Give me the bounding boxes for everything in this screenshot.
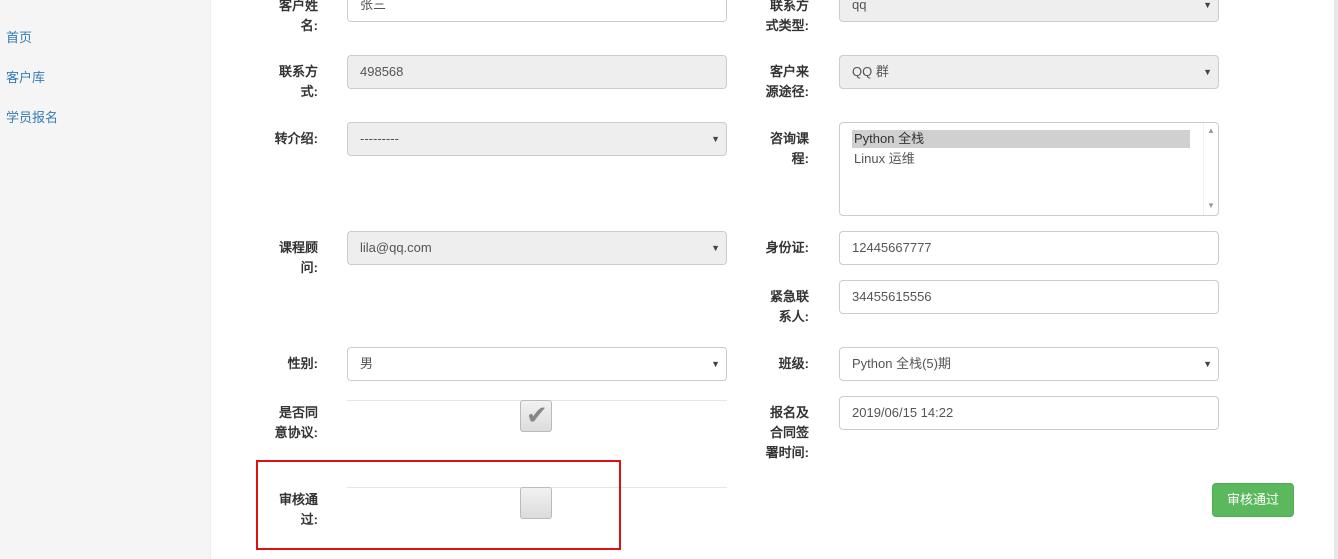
checkmark-icon: ✔ [526, 400, 548, 430]
course-multiselect[interactable]: Python 全栈 Linux 运维 ▲ ▼ [839, 122, 1219, 216]
contact-input[interactable]: 498568 [347, 55, 727, 89]
sign-time-label: 报名及 合同签 署时间: [765, 405, 809, 460]
chevron-down-icon: ▼ [711, 359, 720, 369]
class-select[interactable]: Python 全栈(5)期 ▼ [839, 347, 1219, 381]
chevron-down-icon: ▼ [1203, 359, 1212, 369]
consultant-select[interactable]: lila@qq.com ▼ [347, 231, 727, 265]
scroll-up-icon: ▲ [1207, 126, 1215, 135]
consultant-label: 课程顾 问: [278, 240, 318, 275]
name-label: 客户姓 名: [278, 0, 318, 33]
sidebar: 首页 客户库 学员报名 [0, 0, 211, 559]
course-option[interactable]: Python 全栈 [852, 130, 1190, 148]
agree-label: 是否同 意协议: [274, 405, 318, 440]
referral-select[interactable]: --------- ▼ [347, 122, 727, 156]
emergency-contact-label: 紧急联 系人: [769, 289, 809, 324]
scroll-down-icon: ▼ [1207, 201, 1215, 210]
chevron-down-icon: ▼ [1203, 0, 1212, 10]
chevron-down-icon: ▼ [711, 134, 720, 144]
contact-label: 联系方 式: [278, 64, 318, 99]
gender-select[interactable]: 男 ▼ [347, 347, 727, 381]
sidebar-item-home[interactable]: 首页 [6, 27, 32, 46]
chevron-down-icon: ▼ [1203, 67, 1212, 77]
source-label: 客户来 源途径: [765, 64, 809, 99]
emergency-contact-input[interactable]: 34455615556 [839, 280, 1219, 314]
course-option[interactable]: Linux 运维 [852, 150, 1190, 168]
class-label: 班级: [778, 356, 809, 371]
page-scrollbar[interactable] [1334, 0, 1338, 559]
source-select[interactable]: QQ 群 ▼ [839, 55, 1219, 89]
sidebar-item-customers[interactable]: 客户库 [6, 67, 45, 86]
course-label: 咨询课 程: [769, 131, 809, 166]
referral-label: 转介绍: [274, 131, 318, 146]
highlight-box [256, 460, 621, 550]
sign-time-input[interactable]: 2019/06/15 14:22 [839, 396, 1219, 430]
course-scrollbar[interactable]: ▲ ▼ [1203, 123, 1218, 215]
chevron-down-icon: ▼ [711, 243, 720, 253]
agree-checkbox[interactable]: ✔ [520, 400, 552, 432]
approve-button[interactable]: 审核通过 [1212, 483, 1294, 517]
id-card-label: 身份证: [765, 240, 809, 255]
sidebar-item-enrollment[interactable]: 学员报名 [6, 107, 58, 126]
name-input[interactable]: 张三 [347, 0, 727, 22]
contact-type-select[interactable]: qq ▼ [839, 0, 1219, 22]
id-card-input[interactable]: 12445667777 [839, 231, 1219, 265]
contact-type-label: 联系方 式类型: [765, 0, 809, 33]
gender-label: 性别: [287, 356, 318, 371]
